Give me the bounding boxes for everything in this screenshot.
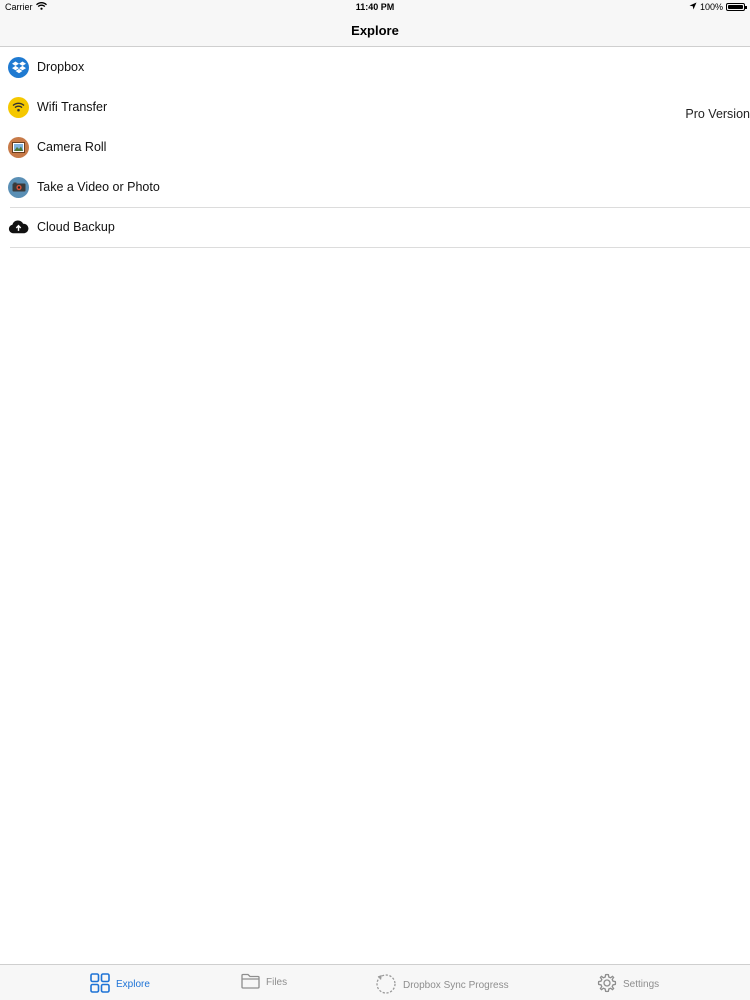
pro-version-button[interactable]: Pro Version: [685, 107, 750, 121]
camera-roll-icon: [8, 136, 29, 158]
list-item-camera-roll[interactable]: Camera Roll: [0, 127, 750, 167]
list-item-label: Wifi Transfer: [37, 100, 108, 114]
tab-explore[interactable]: Explore: [90, 973, 150, 996]
list-item-dropbox[interactable]: Dropbox: [0, 47, 750, 87]
list-item-label: Camera Roll: [37, 140, 107, 154]
location-arrow-icon: [689, 2, 697, 12]
list-item-label: Take a Video or Photo: [37, 180, 160, 194]
page-title: Explore: [351, 23, 399, 38]
screen: Carrier 11:40 PM 100% Explore Dropbox Wi…: [0, 0, 750, 1000]
camera-icon: [8, 176, 29, 198]
list-item-label: Cloud Backup: [37, 220, 115, 234]
cloud-upload-icon: [8, 217, 29, 238]
sync-icon: [375, 973, 397, 998]
tab-files[interactable]: Files: [241, 973, 287, 992]
tab-settings[interactable]: Settings: [597, 973, 659, 996]
tab-dropbox-sync-progress[interactable]: Dropbox Sync Progress: [375, 973, 509, 998]
list-bottom-separator: [10, 247, 750, 248]
grid-icon: [90, 973, 110, 996]
battery-percent: 100%: [699, 2, 723, 12]
tab-bar: Explore Files Dropbox Sync Progress Sett…: [0, 964, 750, 1000]
list-item-label: Dropbox: [37, 60, 85, 74]
gear-icon: [597, 973, 617, 996]
dropbox-icon: [8, 56, 29, 78]
navigation-bar: Explore: [0, 15, 750, 47]
tab-label: Dropbox Sync Progress: [403, 980, 509, 991]
status-time: 11:40 PM: [355, 2, 395, 12]
list-item-take-video-photo[interactable]: Take a Video or Photo: [0, 167, 750, 207]
tab-label: Files: [266, 977, 288, 988]
list-item-wifi-transfer[interactable]: Wifi Transfer: [0, 87, 750, 127]
battery-icon: [726, 3, 747, 11]
status-right: 100%: [689, 2, 747, 12]
tab-label: Explore: [116, 979, 150, 990]
wifi-transfer-icon: [8, 96, 29, 118]
list-item-cloud-backup[interactable]: Cloud Backup: [0, 207, 750, 247]
folder-icon: [241, 973, 260, 992]
explore-list: Dropbox Wifi Transfer Camera Roll Take a…: [0, 47, 750, 248]
status-bar: Carrier 11:40 PM 100%: [0, 0, 750, 15]
tab-label: Settings: [623, 979, 660, 990]
